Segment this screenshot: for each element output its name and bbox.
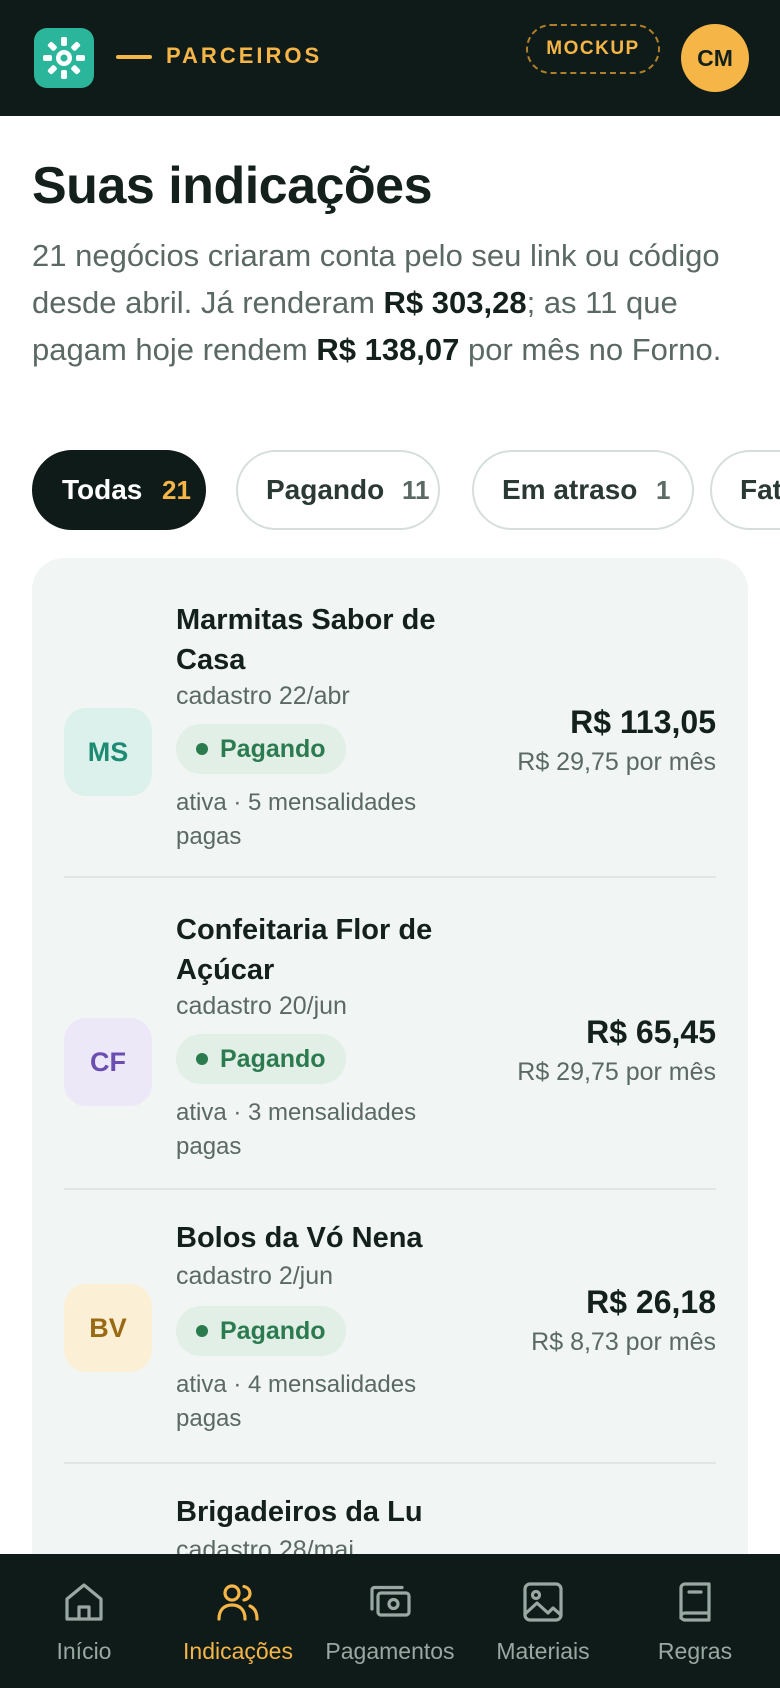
filter-chips: Todas 21 Pagando 11 Em atraso 1 Fat bbox=[32, 450, 780, 530]
business-avatar: MS bbox=[64, 708, 152, 796]
nav-label: Início bbox=[56, 1638, 112, 1664]
total-earned: R$ 113,05 bbox=[570, 704, 716, 740]
home-icon bbox=[65, 1583, 103, 1621]
total-earned: R$ 65,45 bbox=[586, 1014, 716, 1050]
subscription-meta: ativa · 3 mensalidades pagas bbox=[176, 1099, 417, 1160]
nav-item-indicacoes[interactable]: Indicações bbox=[168, 1554, 308, 1688]
referral-list: MS Marmitas Sabor de Casa cadastro 22/ab… bbox=[32, 558, 748, 1688]
referral-row[interactable]: BV Bolos da Vó Nena cadastro 2/jun Pagan… bbox=[32, 1212, 748, 1462]
monthly-earning: R$ 29,75 por mês bbox=[517, 1058, 716, 1086]
row-divider bbox=[64, 1188, 716, 1190]
business-name: Bolos da Vó Nena bbox=[176, 1222, 423, 1254]
nav-label: Indicações bbox=[183, 1638, 293, 1664]
business-avatar: CF bbox=[64, 1018, 152, 1106]
total-earned: R$ 26,18 bbox=[586, 1284, 716, 1320]
filter-chip-label: Pagando bbox=[266, 474, 385, 505]
row-divider bbox=[64, 876, 716, 878]
status-dot bbox=[196, 743, 208, 755]
monthly-earning: R$ 8,73 por mês bbox=[531, 1328, 716, 1356]
sun-icon bbox=[43, 37, 85, 79]
nav-label: Materiais bbox=[496, 1638, 590, 1664]
status-badge: Pagando bbox=[176, 1034, 346, 1084]
status-label: Pagando bbox=[220, 1317, 326, 1345]
bottom-nav: Início Indicações Pagamentos Materiais R… bbox=[0, 1554, 780, 1688]
nav-item-inicio[interactable]: Início bbox=[28, 1554, 140, 1688]
filter-chip-label: Todas bbox=[62, 474, 143, 505]
filter-chip-faturadas[interactable]: Fat bbox=[710, 450, 780, 530]
business-avatar: BV bbox=[64, 1284, 152, 1372]
user-avatar[interactable]: CM bbox=[681, 24, 749, 92]
book-icon bbox=[679, 1582, 711, 1622]
top-bar: PARCEIROS MOCKUP CM bbox=[0, 0, 780, 116]
subscription-meta: ativa · 5 mensalidades pagas bbox=[176, 789, 417, 850]
status-label: Pagando bbox=[220, 1045, 326, 1073]
money-icon bbox=[370, 1585, 411, 1617]
monthly-earning: R$ 29,75 por mês bbox=[517, 748, 716, 776]
nav-item-regras[interactable]: Regras bbox=[640, 1554, 750, 1688]
filter-chip-label: Fat bbox=[740, 474, 780, 505]
nav-item-materiais[interactable]: Materiais bbox=[488, 1554, 598, 1688]
referral-row[interactable]: MS Marmitas Sabor de Casa cadastro 22/ab… bbox=[32, 588, 748, 870]
filter-chip-count: 11 bbox=[402, 475, 430, 505]
page-title: Suas indicações bbox=[32, 157, 433, 215]
intro-text: por mês no Forno. bbox=[459, 332, 722, 367]
brand-divider bbox=[116, 55, 152, 59]
filter-chip-label: Em atraso bbox=[502, 474, 638, 505]
status-badge: Pagando bbox=[176, 724, 346, 774]
referral-row[interactable]: CF Confeitaria Flor de Açúcar cadastro 2… bbox=[32, 900, 748, 1182]
nav-item-pagamentos[interactable]: Pagamentos bbox=[320, 1554, 460, 1688]
subscription-meta: ativa · 4 mensalidades pagas bbox=[176, 1371, 417, 1432]
filter-chip-todas[interactable]: Todas 21 bbox=[32, 450, 206, 530]
filter-chip-em-atraso[interactable]: Em atraso 1 bbox=[472, 450, 694, 530]
status-dot bbox=[196, 1325, 208, 1337]
intro-monthly-amount: R$ 138,07 bbox=[316, 332, 460, 367]
image-icon bbox=[523, 1582, 563, 1622]
page-intro: 21 negócios criaram conta pelo seu link … bbox=[32, 232, 752, 373]
status-dot bbox=[196, 1053, 208, 1065]
filter-chip-count: 1 bbox=[656, 475, 671, 505]
mockup-badge: MOCKUP bbox=[526, 24, 660, 74]
status-label: Pagando bbox=[220, 735, 326, 763]
signup-date: cadastro 20/jun bbox=[176, 992, 347, 1020]
brand-name: PARCEIROS bbox=[166, 43, 323, 68]
status-badge: Pagando bbox=[176, 1306, 346, 1356]
business-name: Confeitaria Flor de Açúcar bbox=[176, 914, 433, 986]
row-divider bbox=[64, 1462, 716, 1464]
business-name: Marmitas Sabor de Casa bbox=[176, 604, 436, 676]
signup-date: cadastro 2/jun bbox=[176, 1262, 334, 1290]
signup-date: cadastro 22/abr bbox=[176, 682, 350, 710]
users-icon bbox=[217, 1584, 259, 1621]
nav-label: Pagamentos bbox=[325, 1638, 455, 1664]
filter-chip-count: 21 bbox=[162, 475, 191, 505]
app-logo[interactable] bbox=[34, 28, 94, 88]
filter-chip-pagando[interactable]: Pagando 11 bbox=[236, 450, 440, 530]
business-name: Brigadeiros da Lu bbox=[176, 1496, 423, 1528]
nav-label: Regras bbox=[657, 1638, 733, 1664]
intro-earned-amount: R$ 303,28 bbox=[383, 285, 527, 320]
